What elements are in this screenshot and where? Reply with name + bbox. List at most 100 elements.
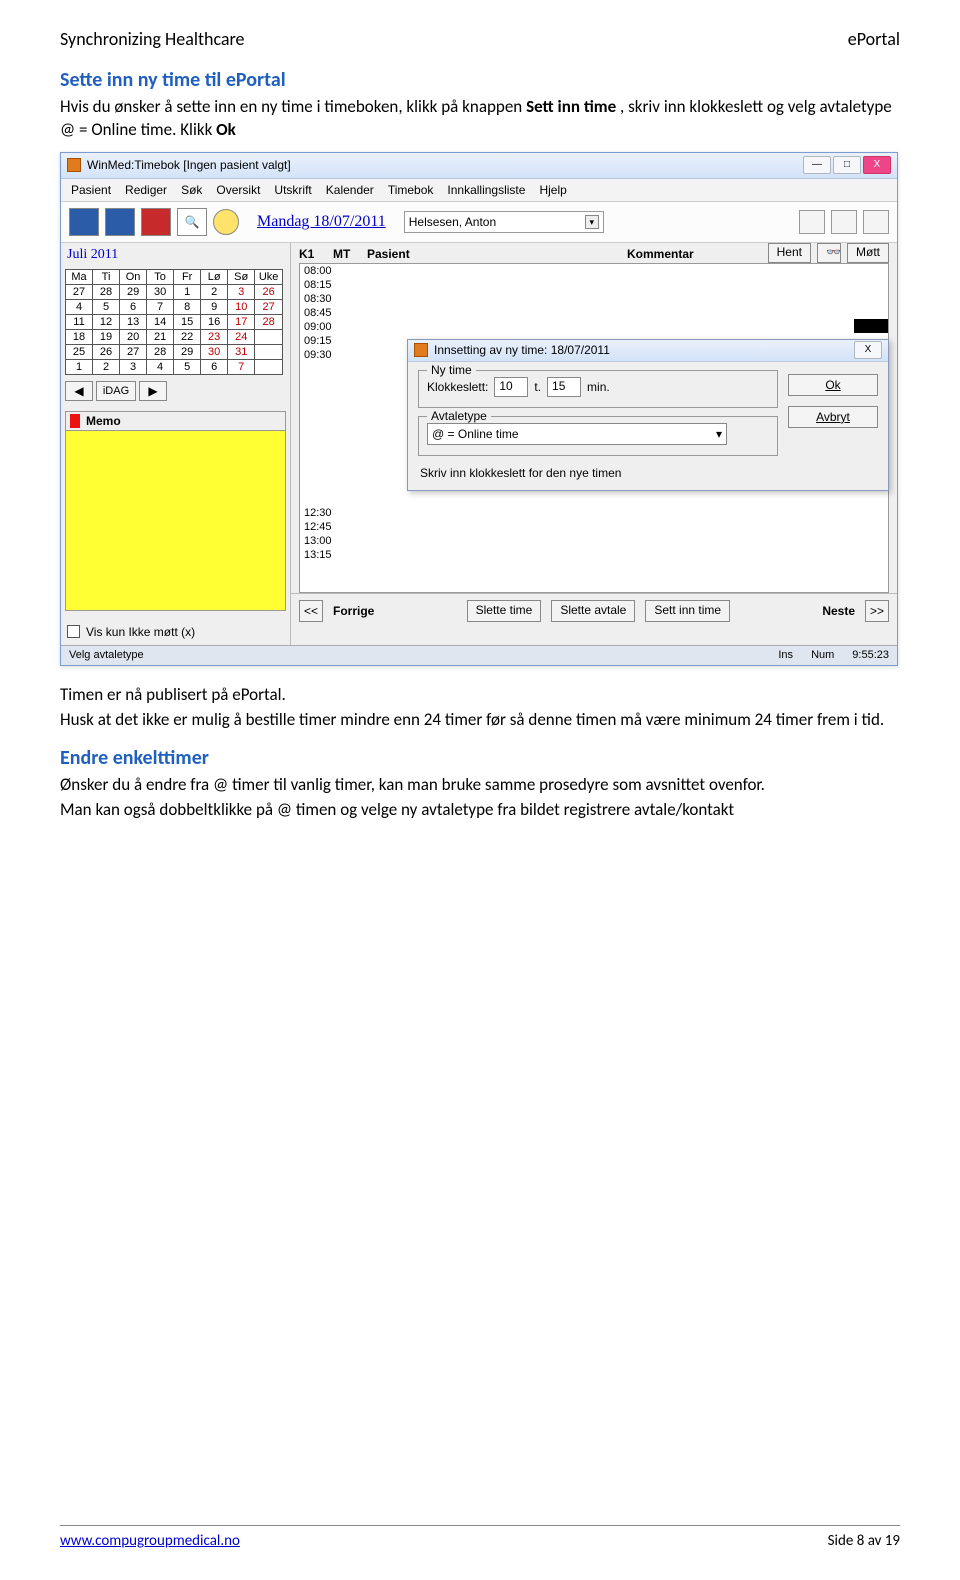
- left-panel: Juli 2011 Ma Ti On To Fr Lø Sø Uke 27282…: [61, 243, 291, 645]
- cal-h-so: Sø: [228, 269, 255, 284]
- current-date: Mandag 18/07/2011: [245, 213, 398, 231]
- hent-button[interactable]: Hent: [768, 243, 811, 263]
- next-page-button[interactable]: >>: [865, 600, 889, 622]
- fieldset-nytime: Ny time Klokkeslett: 10 t. 15 min.: [418, 370, 778, 408]
- sett-inn-time-button[interactable]: Sett inn time: [645, 600, 730, 622]
- footer-line: [60, 1525, 900, 1526]
- menu-innkalling[interactable]: Innkallingsliste: [447, 183, 525, 197]
- menu-rediger[interactable]: Rediger: [125, 183, 167, 197]
- month-label: Juli 2011: [61, 243, 290, 267]
- badge-icon[interactable]: [213, 209, 239, 235]
- section-title-1: Sette inn ny time til ePortal: [60, 68, 900, 92]
- slette-avtale-button[interactable]: Slette avtale: [551, 600, 635, 622]
- maximize-button[interactable]: □: [833, 156, 861, 174]
- toolbar-icon-2[interactable]: [105, 208, 135, 236]
- slette-time-button[interactable]: Slette time: [467, 600, 542, 622]
- dialog-new-time: Innsetting av ny time: 18/07/2011 X Ny t…: [407, 339, 889, 491]
- memo-panel: Memo: [65, 411, 286, 611]
- menu-oversikt[interactable]: Oversikt: [216, 183, 260, 197]
- chevron-down-icon: ▾: [716, 427, 722, 441]
- toolbar-up-icon[interactable]: [799, 210, 825, 234]
- ok-button[interactable]: Ok: [788, 374, 878, 396]
- slot[interactable]: 12:30: [300, 506, 888, 520]
- cal-today-button[interactable]: iDAG: [96, 381, 136, 401]
- app-window: WinMed:Timebok [Ingen pasient valgt] — □…: [60, 152, 898, 666]
- status-num: Num: [811, 649, 834, 661]
- menu-hjelp[interactable]: Hjelp: [539, 183, 566, 197]
- status-ins: Ins: [778, 649, 793, 661]
- window-title: WinMed:Timebok [Ingen pasient valgt]: [87, 158, 291, 172]
- doctor-combo[interactable]: Helsesen, Anton ▾: [404, 211, 604, 233]
- avbryt-button[interactable]: Avbryt: [788, 406, 878, 428]
- cal-h-ti: Ti: [93, 269, 120, 284]
- checkbox-ikke-mott[interactable]: [67, 625, 80, 638]
- doc-header-left: Synchronizing Healthcare: [60, 28, 245, 50]
- glasses-icon[interactable]: 👓: [817, 243, 841, 263]
- toolbar-print-icon[interactable]: [831, 210, 857, 234]
- slot[interactable]: 13:00: [300, 534, 888, 548]
- label-neste: Neste: [822, 604, 855, 618]
- section-2-p2: Man kan også dobbeltklikke på @ timen og…: [60, 799, 900, 822]
- footer-url[interactable]: www.compugroupmedical.no: [60, 1532, 240, 1550]
- menu-kalender[interactable]: Kalender: [326, 183, 374, 197]
- label-t: t.: [534, 380, 541, 394]
- after-line-2: Husk at det ikke er mulig å bestille tim…: [60, 709, 900, 732]
- kw-sett-inn: Sett inn time: [526, 96, 616, 117]
- label-klokkeslett: Klokkeslett:: [427, 380, 488, 394]
- cal-next-button[interactable]: ▶: [139, 381, 167, 401]
- titlebar: WinMed:Timebok [Ingen pasient valgt] — □…: [61, 153, 897, 179]
- toolbar-icon-3[interactable]: [141, 208, 171, 236]
- menubar: Pasient Rediger Søk Oversikt Utskrift Ka…: [61, 179, 897, 202]
- calendar[interactable]: Ma Ti On To Fr Lø Sø Uke 2728293012326 4…: [65, 269, 283, 375]
- mott-button[interactable]: Møtt: [847, 243, 889, 263]
- menu-utskrift[interactable]: Utskrift: [274, 183, 311, 197]
- section-1-para: Hvis du ønsker å sette inn en ny time i …: [60, 96, 900, 142]
- bottom-toolbar: << Forrige Slette time Slette avtale Set…: [291, 593, 897, 628]
- minimize-button[interactable]: —: [803, 156, 831, 174]
- menu-timebok[interactable]: Timebok: [388, 183, 434, 197]
- after-line-1: Timen er nå publisert på ePortal.: [60, 684, 900, 707]
- toolbar-icon-1[interactable]: [69, 208, 99, 236]
- right-panel: K1 MT Pasient Kommentar Hent 👓 Møtt 08:0…: [291, 243, 897, 645]
- dialog-close-button[interactable]: X: [854, 341, 882, 359]
- close-button[interactable]: X: [863, 156, 891, 174]
- doc-header-right: ePortal: [848, 28, 900, 50]
- col-kommentar: Kommentar: [627, 247, 760, 261]
- slot[interactable]: 08:00: [300, 264, 888, 278]
- cal-h-ma: Ma: [66, 269, 93, 284]
- slot[interactable]: 12:45: [300, 520, 888, 534]
- slot[interactable]: 08:45: [300, 306, 888, 320]
- app-icon: [67, 158, 81, 172]
- col-pasient: Pasient: [367, 247, 627, 261]
- kw-ok: Ok: [216, 119, 236, 140]
- pin-icon: [70, 414, 80, 428]
- slot[interactable]: 08:15: [300, 278, 888, 292]
- cal-h-fr: Fr: [174, 269, 201, 284]
- cal-h-uke: Uke: [255, 269, 283, 284]
- fieldset-avtaletype: Avtaletype @ = Online time ▾: [418, 416, 778, 456]
- toolbar-exit-icon[interactable]: [863, 210, 889, 234]
- avtaletype-combo[interactable]: @ = Online time ▾: [427, 423, 727, 445]
- chevron-down-icon: ▾: [585, 215, 599, 229]
- cal-prev-button[interactable]: ◀: [65, 381, 93, 401]
- slot[interactable]: 09:00: [300, 320, 888, 334]
- memo-body[interactable]: [65, 431, 286, 611]
- input-hour[interactable]: 10: [494, 377, 528, 397]
- p1a: Hvis du ønsker å sette inn en ny time i …: [60, 96, 526, 117]
- dialog-icon: [414, 343, 428, 357]
- search-icon[interactable]: 🔍: [177, 208, 207, 236]
- memo-title: Memo: [86, 414, 121, 428]
- dialog-hint: Skriv inn klokkeslett for den nye timen: [418, 464, 778, 480]
- status-time: 9:55:23: [852, 649, 889, 661]
- doctor-name: Helsesen, Anton: [409, 215, 496, 229]
- slot[interactable]: 08:30: [300, 292, 888, 306]
- prev-page-button[interactable]: <<: [299, 600, 323, 622]
- input-min[interactable]: 15: [547, 377, 581, 397]
- legend-avtaletype: Avtaletype: [427, 409, 491, 423]
- menu-pasient[interactable]: Pasient: [71, 183, 111, 197]
- section-2-p1: Ønsker du å endre fra @ timer til vanlig…: [60, 774, 900, 797]
- slot[interactable]: 13:15: [300, 548, 888, 562]
- label-forrige: Forrige: [333, 604, 374, 618]
- menu-sok[interactable]: Søk: [181, 183, 202, 197]
- scroll-marker: [854, 319, 888, 333]
